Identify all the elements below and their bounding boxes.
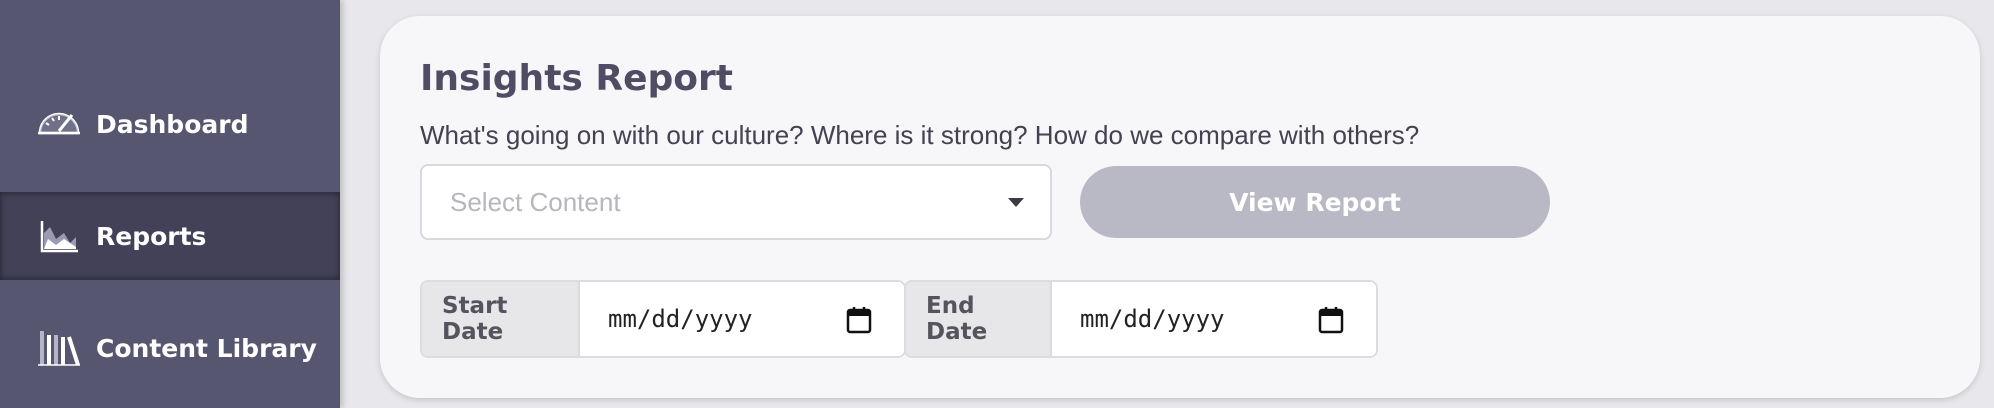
end-date-group: End Date mm/dd/yyyy <box>904 280 1378 358</box>
calendar-icon[interactable] <box>846 306 872 334</box>
page-title: Insights Report <box>420 58 733 99</box>
sidebar-item-label: Reports <box>96 221 207 251</box>
view-report-button[interactable]: View Report <box>1080 166 1550 238</box>
end-date-placeholder: mm/dd/yyyy <box>1080 305 1225 333</box>
content-select-placeholder: Select Content <box>450 186 621 217</box>
sidebar-item-content-library[interactable]: Content Library <box>0 304 340 392</box>
page-subtitle: What's going on with our culture? Where … <box>420 120 1420 150</box>
start-date-input[interactable]: mm/dd/yyyy <box>580 282 904 356</box>
insights-report-card: Insights Report What's going on with our… <box>380 16 1980 398</box>
end-date-input[interactable]: mm/dd/yyyy <box>1052 282 1376 356</box>
sidebar-item-reports[interactable]: Reports <box>0 192 340 280</box>
start-date-placeholder: mm/dd/yyyy <box>608 305 753 333</box>
sidebar: Dashboard Reports Content Library <box>0 0 340 408</box>
sidebar-item-label: Content Library <box>96 333 317 363</box>
books-icon <box>36 325 82 371</box>
sidebar-item-label: Dashboard <box>96 109 249 139</box>
end-date-label: End Date <box>906 282 1052 356</box>
calendar-icon[interactable] <box>1318 306 1344 334</box>
chevron-down-icon <box>1008 198 1024 207</box>
start-date-group: Start Date mm/dd/yyyy <box>420 280 906 358</box>
sidebar-item-dashboard[interactable]: Dashboard <box>0 80 340 168</box>
start-date-label: Start Date <box>422 282 580 356</box>
content-select[interactable]: Select Content <box>420 164 1052 240</box>
area-chart-icon <box>36 213 82 259</box>
speedometer-icon <box>36 101 82 147</box>
